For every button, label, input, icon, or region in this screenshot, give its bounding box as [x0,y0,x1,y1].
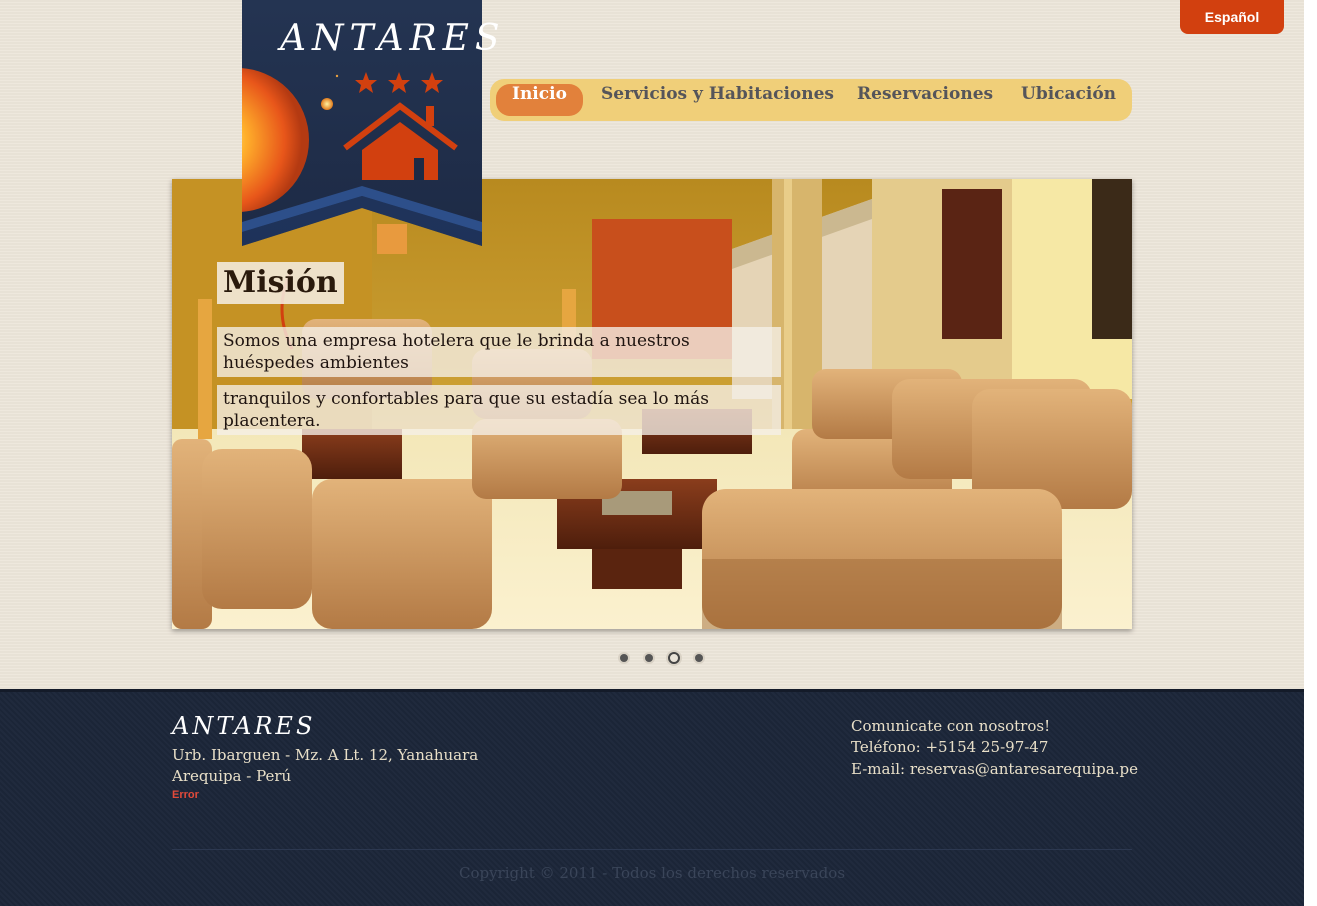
nav-item-inicio[interactable]: Inicio [496,84,583,116]
footer-divider [172,849,1132,850]
slide-text-line-2: tranquilos y confortables para que su es… [217,385,781,435]
footer-brand: ANTARES [172,712,316,740]
slider-dot-3[interactable] [668,652,680,664]
logo[interactable]: ANTARES [242,0,506,246]
page: Español ANTARES Inicio Servicios y Habit… [0,0,1304,906]
footer-contact-heading: Comunicate con nosotros! [851,717,1051,735]
footer-email[interactable]: E-mail: reservas@antaresarequipa.pe [851,760,1138,778]
slider-pagination [0,650,1304,666]
slide-title: Misión [217,262,344,304]
nav-item-servicios[interactable]: Servicios y Habitaciones [601,84,834,116]
footer: ANTARES Urb. Ibarguen - Mz. A Lt. 12, Ya… [0,689,1304,906]
footer-phone: Teléfono: +5154 25-97-47 [851,738,1049,756]
logo-text: ANTARES [280,18,506,59]
slider-dot-2[interactable] [645,654,653,662]
copyright: Copyright © 2011 - Todos los derechos re… [458,864,846,882]
slider-dot-1[interactable] [620,654,628,662]
language-button[interactable]: Español [1180,0,1284,34]
footer-address-line1: Urb. Ibarguen - Mz. A Lt. 12, Yanahuara [172,746,479,764]
hero-slider[interactable]: Misión Somos una empresa hotelera que le… [172,179,1132,629]
nav-item-reservaciones[interactable]: Reservaciones [857,84,993,116]
footer-error-text: Error [172,789,199,801]
slider-dot-4[interactable] [695,654,703,662]
slide-text-line-1: Somos una empresa hotelera que le brinda… [217,327,781,377]
main-nav: Inicio Servicios y Habitaciones Reservac… [490,79,1132,121]
nav-item-ubicacion[interactable]: Ubicación [1021,84,1116,116]
footer-address-line2: Arequipa - Perú [172,767,292,785]
